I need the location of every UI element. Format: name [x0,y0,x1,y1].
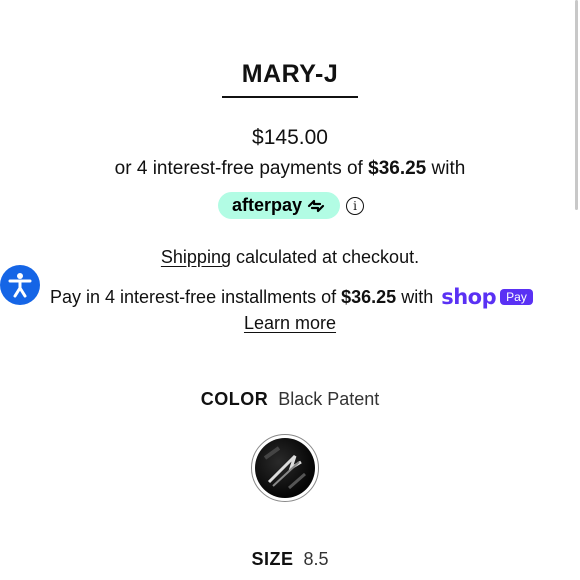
shop-pay-text-prefix: Pay in 4 interest-free installments of [50,286,342,307]
afterpay-text: or 4 interest-free payments of $36.25 wi… [0,158,580,180]
shop-pay-logo: shop [441,285,497,309]
size-option: SIZE 8.5 [0,549,580,570]
color-label: COLOR [200,389,269,409]
swatch-image [255,438,315,498]
afterpay-badge-label: afterpay [231,195,303,215]
shipping-link[interactable]: Shipping [161,247,231,267]
afterpay-row: afterpay i [218,192,364,219]
info-icon[interactable]: i [346,196,364,215]
product-title: MARY-J [241,60,339,88]
afterpay-badge[interactable]: afterpay [218,192,340,219]
color-value: Black Patent [278,389,380,409]
learn-more-row: Learn more [0,313,580,334]
shop-pay-text: Pay in 4 interest-free installments of $… [50,285,570,309]
title-underline [222,96,358,98]
scrollbar[interactable] [575,0,578,210]
swatch-pattern [263,446,306,490]
size-value: 8.5 [303,549,329,569]
learn-more-link[interactable]: Learn more [244,313,336,333]
accessibility-icon [8,273,32,298]
afterpay-text-suffix: with [426,158,466,179]
shipping-text: calculated at checkout. [230,247,420,267]
product-price: $145.00 [252,126,328,149]
afterpay-logo-icon [307,199,325,212]
shop-pay-amount: $36.25 [341,286,397,307]
accessibility-button[interactable] [0,265,40,305]
color-swatch-black-patent[interactable] [251,434,319,502]
afterpay-amount: $36.25 [368,158,427,179]
shipping-note: Shipping calculated at checkout. [0,247,580,268]
color-option: COLOR Black Patent [0,389,580,410]
shop-pay-badge: Pay [500,289,533,305]
size-label: SIZE [251,549,294,569]
afterpay-text-prefix: or 4 interest-free payments of [114,158,369,179]
shop-pay-text-suffix: with [396,286,434,307]
